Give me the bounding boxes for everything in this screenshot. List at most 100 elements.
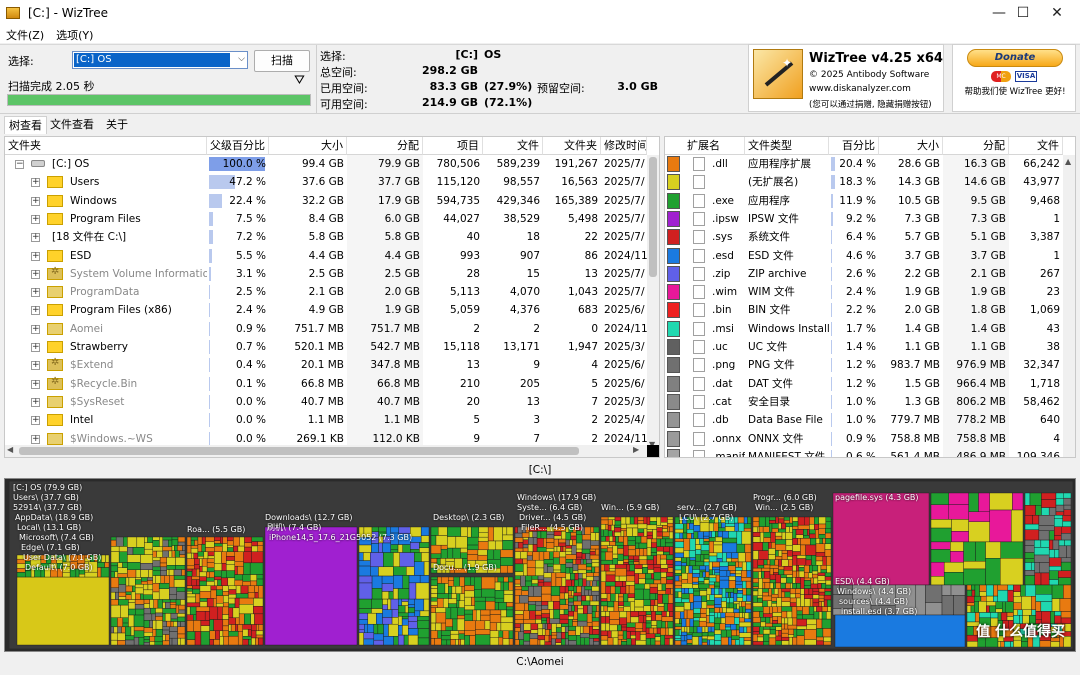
treemap-cell[interactable] (590, 526, 594, 533)
tree-scroll-thumb[interactable] (649, 157, 657, 277)
treemap-cell[interactable] (626, 627, 636, 632)
treemap-cell[interactable] (196, 568, 200, 577)
treemap-cell[interactable] (800, 588, 805, 595)
ext-row[interactable]: .manif MANIFEST 文件 0.6 % 561.4 MB 486.9 MB 10… (665, 448, 1075, 457)
treemap-cell[interactable] (607, 516, 616, 520)
treemap-cell[interactable] (530, 629, 539, 634)
treemap-cell[interactable] (393, 566, 407, 576)
treemap-cell[interactable] (541, 609, 550, 614)
treemap-cell[interactable] (665, 627, 669, 636)
treemap-cell[interactable] (553, 546, 558, 552)
treemap-cell[interactable] (397, 588, 410, 600)
treemap-cell[interactable] (186, 558, 195, 567)
treemap-cell[interactable] (565, 562, 574, 568)
treemap-cell[interactable] (90, 554, 95, 563)
treemap-cell[interactable] (635, 640, 647, 646)
treemap-cell[interactable] (547, 601, 554, 610)
treemap-cell[interactable] (144, 542, 153, 550)
treemap-cell[interactable] (654, 640, 661, 646)
treemap-cell[interactable] (127, 554, 141, 563)
treemap-cell[interactable] (125, 577, 130, 587)
treemap-cell[interactable] (728, 602, 734, 609)
tree-row[interactable]: + Aomei 0.9 % 751.7 MB 751.7 MB 2 2 0 2024/11 (5, 320, 659, 338)
treemap-cell[interactable] (564, 626, 569, 633)
treemap-cell[interactable] (798, 565, 805, 568)
treemap-cell[interactable] (553, 526, 567, 532)
treemap-cell[interactable] (674, 635, 682, 639)
treemap-cell[interactable] (627, 593, 635, 598)
treemap-cell[interactable] (661, 611, 667, 617)
treemap-cell[interactable] (143, 594, 153, 600)
treemap-cell[interactable] (719, 607, 723, 613)
treemap-cell[interactable] (730, 592, 734, 598)
treemap-cell[interactable] (650, 547, 657, 553)
treemap-cell[interactable] (775, 539, 787, 545)
treemap-cell[interactable] (775, 550, 779, 557)
treemap-cell[interactable] (1034, 562, 1040, 574)
treemap-cell[interactable] (257, 541, 264, 546)
treemap-cell[interactable] (824, 576, 832, 581)
treemap-cell[interactable] (88, 561, 98, 573)
treemap-cell[interactable] (729, 597, 734, 604)
treemap-cell[interactable] (930, 541, 951, 550)
treemap-cell[interactable] (802, 614, 815, 620)
treemap-cell[interactable] (895, 584, 917, 616)
treemap-cell[interactable] (408, 616, 418, 622)
treemap-cell[interactable] (569, 567, 574, 574)
treemap-cell[interactable] (460, 547, 468, 553)
treemap-cell[interactable] (775, 626, 782, 631)
treemap-cell[interactable] (538, 551, 545, 561)
treemap-cell[interactable] (191, 579, 197, 586)
treemap-cell[interactable] (382, 598, 388, 606)
tab-tree-view[interactable]: 树查看 (4, 116, 47, 134)
treemap-cell[interactable] (612, 553, 618, 559)
treemap-cell[interactable] (105, 554, 110, 563)
treemap-cell[interactable] (128, 608, 136, 616)
treemap-cell[interactable] (194, 564, 200, 570)
treemap-cell[interactable] (591, 586, 600, 592)
treemap-cell[interactable] (1058, 545, 1067, 558)
treemap-cell[interactable] (666, 572, 674, 577)
treemap-cell[interactable] (680, 640, 688, 646)
treemap-cell[interactable] (377, 623, 384, 635)
treemap-cell[interactable] (623, 601, 631, 607)
treemap-cell[interactable] (104, 562, 110, 568)
treemap-cell[interactable] (593, 641, 600, 646)
treemap-cell[interactable] (199, 576, 207, 582)
treemap-cell[interactable] (133, 637, 140, 646)
treemap-cell[interactable] (742, 594, 747, 602)
treemap-cell[interactable] (1041, 492, 1057, 500)
treemap-cell[interactable] (600, 564, 605, 572)
treemap-cell[interactable] (378, 526, 387, 533)
treemap-cell[interactable] (778, 559, 782, 567)
treemap-cell[interactable] (852, 599, 872, 616)
treemap-cell[interactable] (523, 633, 531, 642)
treemap-cell[interactable] (708, 577, 717, 583)
treemap-cell[interactable] (737, 516, 745, 524)
treemap-cell[interactable] (125, 626, 132, 636)
treemap-cell[interactable] (388, 623, 399, 637)
treemap-cell[interactable] (69, 554, 78, 562)
treemap-cell[interactable] (477, 549, 488, 556)
treemap-cell[interactable] (232, 607, 240, 619)
treemap-cell[interactable] (739, 637, 745, 646)
treemap-cell[interactable] (437, 576, 442, 584)
treemap-cell[interactable] (669, 526, 674, 533)
treemap-cell[interactable] (743, 516, 748, 524)
treemap-cell[interactable] (826, 611, 832, 620)
treemap-cell[interactable] (158, 588, 170, 600)
treemap-cell[interactable] (135, 579, 142, 585)
treemap-cell[interactable] (1048, 549, 1055, 558)
treemap-cell[interactable] (595, 532, 600, 541)
treemap-cell[interactable] (662, 525, 668, 530)
ext-col-header[interactable]: 百分比 (829, 137, 879, 155)
treemap-cell[interactable] (715, 574, 720, 583)
treemap-cell[interactable] (371, 526, 379, 533)
treemap-cell[interactable] (966, 605, 972, 613)
treemap-cell[interactable] (796, 570, 800, 578)
treemap-cell[interactable] (823, 599, 828, 607)
treemap-cell[interactable] (797, 538, 801, 545)
treemap-cell[interactable] (391, 617, 399, 625)
treemap-cell[interactable] (576, 551, 583, 558)
treemap-cell[interactable] (787, 550, 793, 557)
